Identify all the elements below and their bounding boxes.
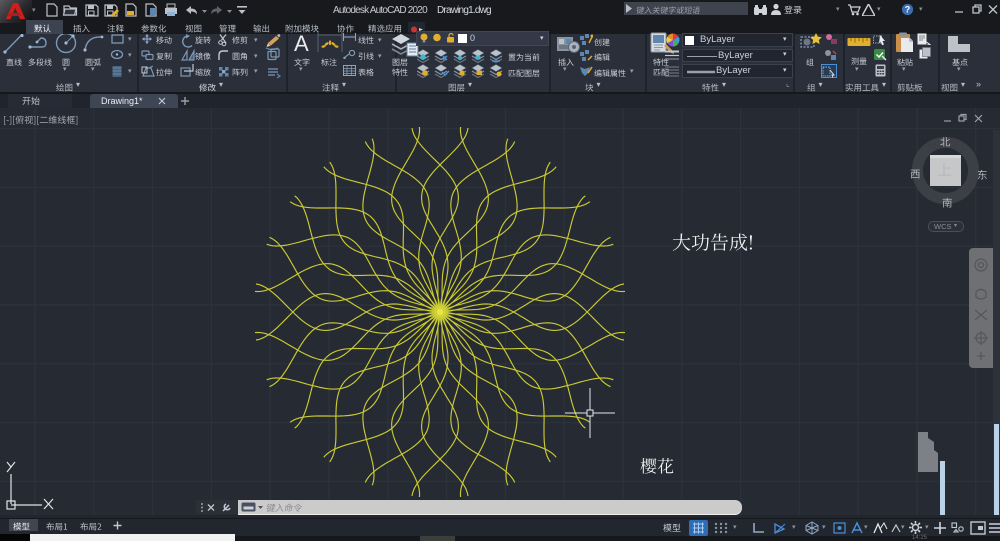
svg-text:?: ? xyxy=(905,5,911,15)
